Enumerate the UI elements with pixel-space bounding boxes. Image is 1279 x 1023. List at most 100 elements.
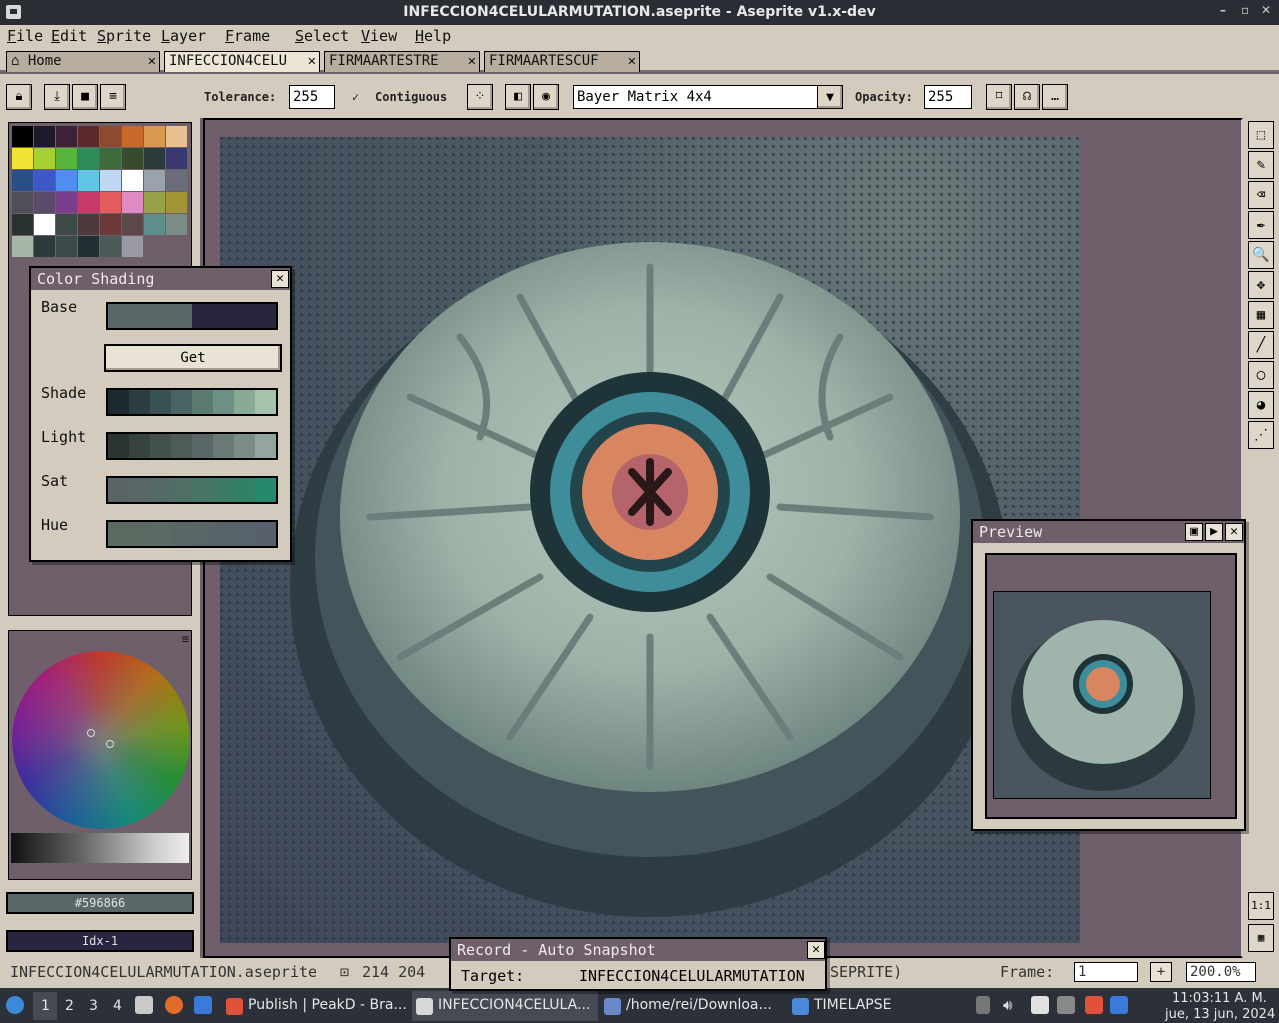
- palette-swatch[interactable]: [144, 192, 165, 213]
- palette-swatch[interactable]: [122, 236, 143, 257]
- palette-swatch[interactable]: [56, 126, 77, 147]
- palette-swatch[interactable]: [34, 214, 55, 235]
- palette-swatch[interactable]: [100, 126, 121, 147]
- palette-swatch[interactable]: [166, 126, 187, 147]
- desktop-icon[interactable]: [194, 996, 212, 1014]
- palette-swatch[interactable]: [12, 148, 33, 169]
- palette-swatch[interactable]: [100, 170, 121, 191]
- palette-swatch[interactable]: [78, 236, 99, 257]
- palette-swatch[interactable]: [12, 192, 33, 213]
- wheel-marker[interactable]: [106, 740, 114, 748]
- palette-swatch[interactable]: [78, 126, 99, 147]
- shade-swatch[interactable]: [234, 390, 255, 414]
- light-color-bar[interactable]: [106, 432, 278, 460]
- wheel-marker[interactable]: [87, 729, 95, 737]
- shade-swatch[interactable]: [234, 304, 255, 328]
- volume-icon[interactable]: 🔊︎: [1003, 996, 1021, 1014]
- contour-icon[interactable]: ◕: [1248, 391, 1274, 419]
- shade-swatch[interactable]: [108, 522, 129, 546]
- menu-help[interactable]: Help: [415, 27, 451, 45]
- close-tab-icon[interactable]: ✕: [468, 53, 476, 69]
- eraser-icon[interactable]: ⌫: [1248, 181, 1274, 209]
- color-index-field[interactable]: Idx-1: [6, 930, 194, 952]
- shade-swatch[interactable]: [213, 390, 234, 414]
- shade-swatch[interactable]: [234, 434, 255, 458]
- shade-swatch[interactable]: [150, 304, 171, 328]
- workspace-3[interactable]: 3: [89, 998, 98, 1014]
- shade-swatch[interactable]: [213, 478, 234, 502]
- stop-icon[interactable]: ■: [72, 84, 98, 110]
- palette-swatch[interactable]: [12, 214, 33, 235]
- notes-icon[interactable]: [1031, 996, 1049, 1014]
- workspace-4[interactable]: 4: [113, 998, 122, 1014]
- shade-swatch[interactable]: [129, 478, 150, 502]
- shade-swatch[interactable]: [192, 522, 213, 546]
- menu-sprite[interactable]: Sprite: [97, 27, 151, 45]
- close-icon[interactable]: ✕: [807, 941, 825, 959]
- tab-infeccion[interactable]: INFECCION4CELU ✕: [164, 51, 320, 72]
- palette-swatch[interactable]: [34, 148, 55, 169]
- palette-swatch[interactable]: [100, 214, 121, 235]
- hex-color-field[interactable]: #596866: [6, 892, 194, 914]
- shade-swatch[interactable]: [150, 434, 171, 458]
- shade-swatch[interactable]: [234, 522, 255, 546]
- shade-swatch[interactable]: [171, 522, 192, 546]
- shade-swatch[interactable]: [192, 434, 213, 458]
- palette-swatch[interactable]: [100, 236, 121, 257]
- menu-file[interactable]: File: [7, 27, 43, 45]
- palette-swatch[interactable]: [56, 214, 77, 235]
- palette-swatch[interactable]: [166, 192, 187, 213]
- shade-swatch[interactable]: [192, 478, 213, 502]
- palette-swatch[interactable]: [122, 192, 143, 213]
- dither-select[interactable]: Bayer Matrix 4x4: [573, 85, 818, 109]
- close-icon[interactable]: ✕: [271, 270, 289, 288]
- palette-swatch[interactable]: [100, 148, 121, 169]
- opacity-input[interactable]: 255: [924, 85, 972, 109]
- pencil-icon[interactable]: ✎: [1248, 151, 1274, 179]
- download-icon[interactable]: ⤓: [44, 84, 70, 110]
- marquee-icon[interactable]: ⬚: [1248, 121, 1274, 149]
- fill-icon[interactable]: ▦: [1248, 301, 1274, 329]
- shade-swatch[interactable]: [213, 522, 234, 546]
- palette-swatch[interactable]: [166, 148, 187, 169]
- dynamics-icon[interactable]: ☊: [1014, 84, 1040, 110]
- palette-swatch[interactable]: [34, 192, 55, 213]
- palette-swatch[interactable]: [12, 126, 33, 147]
- shade-swatch[interactable]: [129, 390, 150, 414]
- menu-edit[interactable]: Edit: [51, 27, 87, 45]
- palette-swatch[interactable]: [78, 148, 99, 169]
- lock-icon[interactable]: 🔒︎: [6, 84, 32, 110]
- shade-swatch[interactable]: [129, 304, 150, 328]
- line-icon[interactable]: ╱: [1248, 331, 1274, 359]
- shade-swatch[interactable]: [234, 478, 255, 502]
- shade-swatch[interactable]: [150, 390, 171, 414]
- palette-swatch[interactable]: [100, 192, 121, 213]
- shade-swatch[interactable]: [129, 522, 150, 546]
- shade-swatch[interactable]: [108, 478, 129, 502]
- gradient-radial-icon[interactable]: ◉: [533, 84, 559, 110]
- shade-swatch[interactable]: [150, 478, 171, 502]
- palette-swatch[interactable]: [56, 236, 77, 257]
- pixel-grid-icon[interactable]: ⁘: [467, 84, 493, 110]
- firefox-icon[interactable]: [165, 996, 183, 1014]
- move-icon[interactable]: ✥: [1248, 271, 1274, 299]
- palette-swatch[interactable]: [122, 170, 143, 191]
- tolerance-input[interactable]: 255: [289, 85, 335, 109]
- eyedropper-icon[interactable]: ✒: [1248, 211, 1274, 239]
- palette-swatch[interactable]: [34, 236, 55, 257]
- preview-area[interactable]: [985, 553, 1237, 819]
- palette-swatch[interactable]: [122, 214, 143, 235]
- sat-color-bar[interactable]: [106, 476, 278, 504]
- shade-swatch[interactable]: [171, 304, 192, 328]
- palette-swatch[interactable]: [34, 126, 55, 147]
- workspace-2[interactable]: 2: [65, 998, 74, 1014]
- maximize-button[interactable]: ▫: [1241, 3, 1249, 17]
- palette-swatch[interactable]: [122, 148, 143, 169]
- zoom-input[interactable]: 200.0%: [1186, 962, 1256, 982]
- tab-firmaartescuf[interactable]: FIRMAARTESCUF ✕: [484, 51, 640, 72]
- task-publish-peakd[interactable]: Publish | PeakD - Bra...: [222, 991, 410, 1021]
- shade-swatch[interactable]: [108, 390, 129, 414]
- palette-swatch[interactable]: [144, 126, 165, 147]
- close-tab-icon[interactable]: ✕: [148, 53, 156, 69]
- palette-swatch[interactable]: [144, 170, 165, 191]
